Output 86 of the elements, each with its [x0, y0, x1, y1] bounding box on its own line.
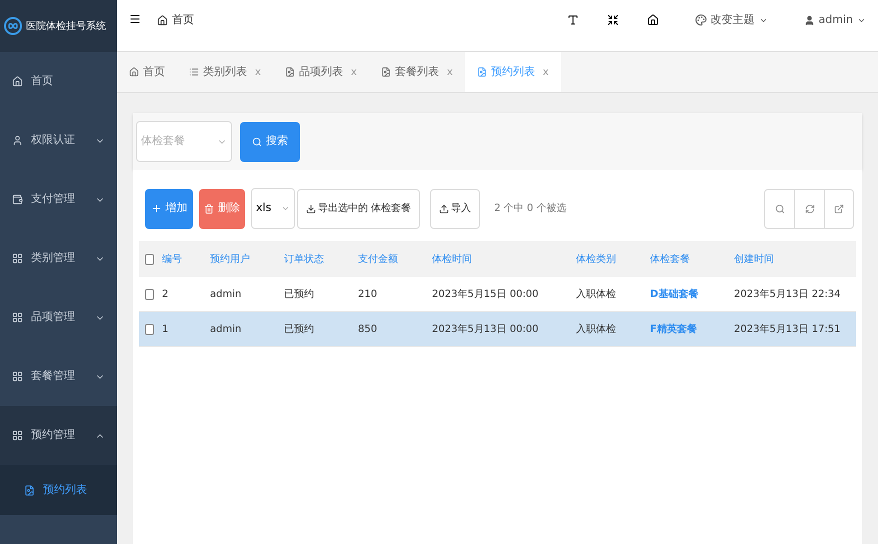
table-cell: 1	[162, 324, 168, 335]
table-cell: 2023年5月13日 22:34	[734, 288, 841, 300]
format-select[interactable]: xls	[251, 188, 295, 229]
table-cell: 2	[162, 288, 168, 300]
close-mark[interactable]: x	[350, 64, 357, 80]
selection-count: 2 个中 0 个被选	[494, 202, 566, 216]
sidebar-item[interactable]: 品项管理	[0, 288, 117, 347]
add-button[interactable]: 增加	[145, 188, 193, 228]
row-checkbox[interactable]	[145, 288, 154, 300]
image-file-icon	[476, 67, 487, 77]
delete-button[interactable]: 删除	[199, 188, 245, 228]
column-header[interactable]: 订单状态	[284, 254, 324, 265]
close-mark[interactable]: x	[255, 64, 261, 80]
column-header[interactable]: 体检类别	[576, 254, 616, 265]
palette-icon	[694, 14, 707, 26]
column-header[interactable]: 预约用户	[210, 254, 250, 265]
sidebar-item[interactable]: 预约管理	[0, 406, 117, 465]
sidebar-item[interactable]: 权限认证	[0, 111, 117, 170]
logo-icon	[4, 17, 22, 35]
sidebar-item[interactable]: 首页	[0, 52, 117, 111]
sidebar-item[interactable]: 支付管理	[0, 170, 117, 229]
tab[interactable]: 预约列表 x	[464, 52, 561, 92]
menu-icon[interactable]	[129, 13, 141, 25]
table-cell: 850	[358, 324, 378, 335]
select-all-checkbox[interactable]	[145, 254, 154, 264]
search-icon	[774, 204, 784, 214]
column-header[interactable]: 体检时间	[432, 254, 472, 265]
grid-icon	[12, 312, 23, 323]
grid-icon	[12, 371, 23, 382]
image-file-icon	[284, 67, 295, 77]
fullscreen-icon[interactable]	[606, 14, 619, 26]
table-cell: admin	[210, 324, 242, 335]
table-cell: 210	[358, 288, 378, 300]
row-checkbox[interactable]	[145, 324, 154, 334]
breadcrumb[interactable]: 首页	[157, 12, 194, 28]
plus-icon	[150, 203, 162, 214]
wallet-icon	[12, 194, 23, 205]
column-header[interactable]: 创建时间	[734, 254, 774, 265]
table-cell: 2023年5月15日 00:00	[432, 288, 539, 300]
table-cell: 2023年5月13日 00:00	[432, 324, 539, 335]
column-header[interactable]: 体检套餐	[650, 254, 690, 265]
image-file-icon	[24, 484, 35, 496]
theme-menu[interactable]: 改变主题	[694, 12, 768, 28]
user-icon	[804, 14, 815, 26]
search-button[interactable]: 搜索	[240, 122, 300, 162]
table-cell: 2023年5月13日 17:51	[734, 324, 841, 335]
tab[interactable]: 首页	[117, 52, 177, 92]
table-cell: 入职体检	[576, 288, 616, 300]
user-menu[interactable]: admin	[804, 12, 866, 28]
grid-icon	[12, 253, 23, 264]
external-link-icon	[834, 204, 844, 214]
column-header[interactable]: 编号	[162, 254, 182, 265]
font-size-icon[interactable]	[566, 14, 579, 26]
table-cell: 已预约	[284, 288, 314, 300]
search-icon	[252, 136, 262, 146]
download-icon	[306, 204, 316, 214]
close-mark[interactable]: x	[542, 64, 549, 80]
table-cell[interactable]: F精英套餐	[650, 324, 697, 335]
table-cell: 入职体检	[576, 324, 616, 335]
chevron-down-icon	[281, 204, 290, 213]
image-file-icon	[380, 67, 391, 77]
home-icon	[129, 67, 139, 77]
table-cell: admin	[210, 288, 242, 300]
home-icon	[157, 14, 168, 26]
tab[interactable]: 品项列表 x	[272, 52, 369, 92]
column-header[interactable]: 支付金额	[358, 254, 398, 265]
table-cell: 已预约	[284, 324, 314, 335]
tab[interactable]: 套餐列表 x	[368, 52, 465, 92]
export-button[interactable]: 导出选中的 体检套餐	[297, 188, 420, 228]
table-row[interactable]: 1 admin 已预约 850 2023年5月13日 00:00 入职体检 F精英套餐 2023年5月13日 17:51	[139, 312, 856, 347]
user-icon	[12, 135, 23, 146]
refresh-icon	[804, 204, 814, 214]
table-cell[interactable]: D基础套餐	[650, 288, 698, 300]
list-icon	[189, 67, 199, 77]
home-icon	[12, 76, 23, 87]
sidebar-item[interactable]: 套餐管理	[0, 347, 117, 406]
upload-icon	[439, 204, 450, 214]
sidebar-item[interactable]: 类别管理	[0, 229, 117, 288]
trash-icon	[204, 204, 214, 214]
sidebar-subitem[interactable]: 预约列表	[0, 465, 117, 515]
home-icon[interactable]	[646, 14, 659, 26]
tab[interactable]: 类别列表 x	[177, 52, 273, 92]
import-button[interactable]: 导入	[430, 188, 480, 228]
close-mark[interactable]: x	[446, 64, 453, 80]
app-title: 医院体检挂号系统	[26, 20, 106, 34]
grid-icon	[12, 430, 23, 441]
